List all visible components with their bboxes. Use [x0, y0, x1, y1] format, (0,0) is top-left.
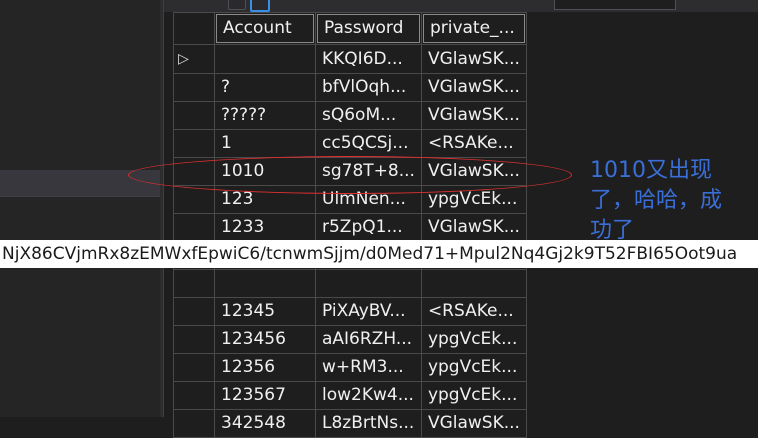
cell-private-key[interactable] — [420, 269, 527, 298]
cell-private-key[interactable]: <RSAKe... — [420, 297, 527, 326]
cell-account[interactable]: 1233 — [214, 213, 316, 242]
toolbar-field[interactable] — [554, 0, 676, 10]
row-header[interactable] — [173, 297, 215, 326]
toolbar-button-selected[interactable] — [250, 0, 270, 12]
row-header[interactable] — [173, 73, 215, 102]
cell-account[interactable]: 342548 — [214, 409, 316, 438]
highlight-ellipse — [128, 156, 572, 194]
cell-account[interactable]: 12356 — [214, 353, 316, 382]
cell-private-key[interactable]: VGlawSK... — [420, 101, 527, 130]
table-row[interactable]: ▷ KKQI6D... VGlawSK... — [173, 44, 527, 74]
cell-private-key[interactable]: <RSAKe... — [420, 129, 527, 158]
toolbar-button[interactable] — [228, 0, 246, 10]
cell-account[interactable]: 12345 — [214, 297, 316, 326]
row-header[interactable] — [173, 381, 215, 410]
panel-splitter-edge — [163, 0, 164, 417]
cell-private-key[interactable]: ypgVcEk... — [420, 353, 527, 382]
column-header-private-key[interactable]: private_... — [420, 12, 527, 45]
column-header-password[interactable]: Password — [315, 12, 422, 45]
table-row[interactable]: 12356 w+RM3... ypgVcEk... — [173, 353, 527, 382]
cell-private-key[interactable]: ypgVcEk... — [420, 381, 527, 410]
cell-account[interactable]: 123456 — [214, 325, 316, 354]
annotation-note: 1010又出现 了，哈哈，成 功了 — [590, 156, 750, 246]
cell-account[interactable] — [214, 44, 316, 74]
cell-password[interactable]: bfVlOqh... — [315, 73, 422, 102]
table-row[interactable]: 342548 L8zBrtNs... VGlawSK... — [173, 409, 527, 438]
results-grid: Account Password private_... ▷ KKQI6D... V… — [173, 12, 527, 438]
row-header[interactable] — [173, 269, 215, 298]
table-row[interactable] — [173, 269, 527, 298]
left-panel — [0, 0, 160, 417]
row-header[interactable] — [173, 353, 215, 382]
table-row[interactable]: 1233 r5ZpQ1... VGlawSK... — [173, 213, 527, 242]
row-header[interactable]: ▷ — [173, 44, 215, 74]
cell-private-key[interactable]: VGlawSK... — [420, 44, 527, 74]
table-row[interactable]: 123456 aAI6RZH... ypgVcEk... — [173, 325, 527, 354]
grid-corner-header[interactable] — [173, 12, 215, 45]
cell-password[interactable]: w+RM3... — [315, 353, 422, 382]
annotation-line: 了，哈哈，成 — [590, 188, 723, 213]
cell-private-key[interactable]: VGlawSK... — [420, 213, 527, 242]
row-header[interactable] — [173, 325, 215, 354]
cell-password[interactable]: cc5QCSj... — [315, 129, 422, 158]
row-pointer-icon: ▷ — [178, 51, 189, 67]
cell-account[interactable]: ????? — [214, 101, 316, 130]
annotation-line: 功了 — [590, 218, 635, 243]
cell-password[interactable] — [315, 269, 422, 298]
table-row[interactable]: ????? sQ6oM... VGlawSK... — [173, 101, 527, 130]
cell-private-key[interactable]: VGlawSK... — [420, 409, 527, 438]
cell-password[interactable]: PiXAyBV... — [315, 297, 422, 326]
table-row[interactable]: 1 cc5QCSj... <RSAKe... — [173, 129, 527, 158]
toolbar — [164, 0, 758, 12]
row-header[interactable] — [173, 213, 215, 242]
cell-account[interactable]: ? — [214, 73, 316, 102]
cell-password[interactable]: sQ6oM... — [315, 101, 422, 130]
grid-header-row: Account Password private_... — [173, 12, 527, 45]
cell-private-key[interactable]: ypgVcEk... — [420, 325, 527, 354]
cell-account[interactable]: 1 — [214, 129, 316, 158]
table-row[interactable]: 123567 low2Kw4... ypgVcEk... — [173, 381, 527, 410]
cell-private-key[interactable]: VGlawSK... — [420, 73, 527, 102]
cell-password[interactable]: aAI6RZH... — [315, 325, 422, 354]
row-header[interactable] — [173, 101, 215, 130]
cell-password[interactable]: r5ZpQ1... — [315, 213, 422, 242]
cell-account[interactable] — [214, 269, 316, 298]
table-row[interactable]: ? bfVlOqh... VGlawSK... — [173, 73, 527, 102]
cell-password[interactable]: L8zBrtNs... — [315, 409, 422, 438]
row-header[interactable] — [173, 129, 215, 158]
cell-password[interactable]: low2Kw4... — [315, 381, 422, 410]
column-header-account[interactable]: Account — [214, 12, 316, 45]
table-row[interactable]: 12345 PiXAyBV... <RSAKe... — [173, 297, 527, 326]
cell-account[interactable]: 123567 — [214, 381, 316, 410]
row-header[interactable] — [173, 409, 215, 438]
annotation-line: 1010又出现 — [590, 158, 712, 183]
left-panel-divider — [0, 196, 160, 197]
cell-password[interactable]: KKQI6D... — [315, 44, 422, 74]
